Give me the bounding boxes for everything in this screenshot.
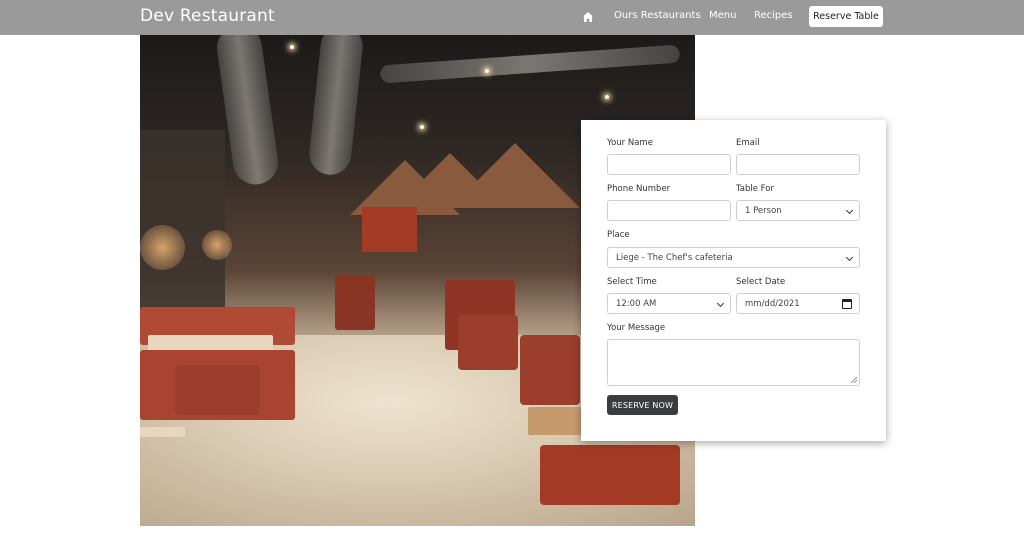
table-for-label: Table For <box>736 184 774 194</box>
home-icon[interactable] <box>582 11 594 23</box>
hero-chair <box>540 445 680 505</box>
message-label: Your Message <box>607 323 666 333</box>
nav-link-recipes[interactable]: Recipes <box>754 10 793 21</box>
email-input[interactable] <box>736 154 860 175</box>
hero-lamp-glow <box>202 230 232 260</box>
date-input[interactable]: mm/dd/2021 <box>736 293 860 314</box>
hero-lamp-glow <box>140 225 185 270</box>
reserve-now-button[interactable]: RESERVE NOW <box>607 395 678 415</box>
hero-table <box>140 427 185 437</box>
hero-wall <box>140 130 225 320</box>
place-select[interactable]: Liege - The Chef's cafeteria <box>607 247 860 268</box>
table-for-select[interactable]: 1 Person <box>736 200 860 221</box>
hero-light <box>485 69 489 73</box>
hero-chair <box>458 315 518 370</box>
date-label: Select Date <box>736 277 786 287</box>
hero-hood <box>450 143 580 208</box>
time-select[interactable]: 12:00 AM <box>607 293 731 314</box>
name-label: Your Name <box>607 138 653 148</box>
brand-title[interactable]: Dev Restaurant <box>140 6 275 26</box>
reservation-form-card: Your Name Email Phone Number Table For 1… <box>581 120 886 441</box>
hero-chair <box>175 365 260 415</box>
table-for-value: 1 Person <box>745 205 782 216</box>
phone-input[interactable] <box>607 200 731 221</box>
date-value: mm/dd/2021 <box>745 298 800 309</box>
hero-counter <box>335 275 375 330</box>
hero-light <box>420 125 424 129</box>
nav-link-restaurants[interactable]: Ours Restaurants <box>614 10 701 21</box>
reserve-table-button[interactable]: Reserve Table <box>809 6 883 27</box>
resize-grip-icon[interactable] <box>851 377 857 383</box>
name-input[interactable] <box>607 154 731 175</box>
message-textarea[interactable] <box>607 339 860 386</box>
place-label: Place <box>607 230 630 240</box>
email-label: Email <box>736 138 760 148</box>
calendar-icon[interactable] <box>842 299 852 309</box>
nav-link-menu[interactable]: Menu <box>709 10 736 21</box>
hero-chair <box>520 335 580 405</box>
hero-light <box>605 95 609 99</box>
hero-wall-art <box>362 207 417 252</box>
top-navbar: Dev Restaurant Ours Restaurants Menu Rec… <box>0 0 1024 35</box>
hero-light <box>290 45 294 49</box>
time-label: Select Time <box>607 277 657 287</box>
phone-label: Phone Number <box>607 184 671 194</box>
place-value: Liege - The Chef's cafeteria <box>616 252 733 263</box>
time-value: 12:00 AM <box>616 298 657 309</box>
